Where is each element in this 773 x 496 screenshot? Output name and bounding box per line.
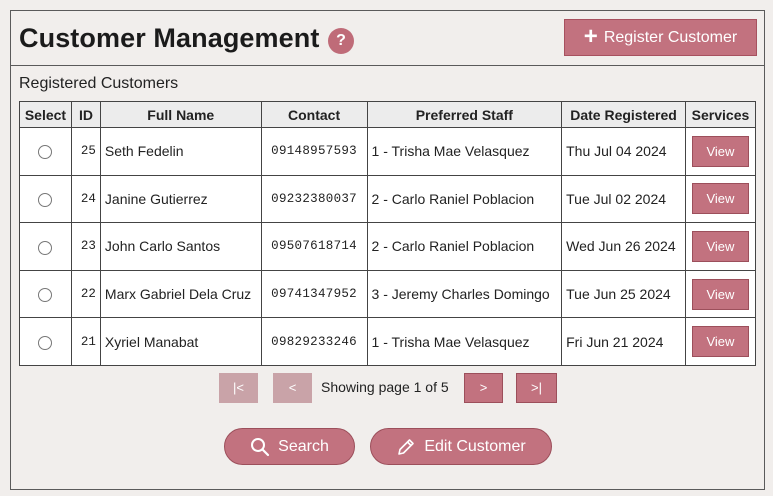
previous-page-button[interactable]: < (273, 373, 312, 403)
column-header-contact: Contact (260, 101, 368, 128)
id-cell: 24 (70, 174, 101, 224)
services-cell: View (684, 127, 757, 176)
column-header-select: Select (19, 101, 72, 128)
contact-cell: 09507618714 (260, 222, 368, 271)
select-radio[interactable] (38, 335, 53, 350)
pencil-icon (396, 437, 416, 457)
date-registered-cell: Tue Jun 25 2024 (561, 269, 686, 319)
select-cell (19, 127, 72, 176)
register-customer-label: Register Customer (603, 28, 738, 46)
first-page-button[interactable]: |< (219, 373, 258, 403)
customer-management-panel: Customer Management ? + Register Custome… (10, 10, 765, 490)
section-label: Registered Customers (19, 75, 179, 92)
select-cell (19, 269, 72, 319)
view-services-button[interactable]: View (691, 230, 749, 262)
search-button[interactable]: Search (224, 428, 355, 465)
date-registered-cell: Fri Jun 21 2024 (561, 317, 686, 366)
id-cell: 23 (70, 222, 101, 271)
view-services-button[interactable]: View (691, 326, 749, 358)
preferred-staff-cell: 3 - Jeremy Charles Domingo (366, 269, 563, 319)
view-services-button[interactable]: View (691, 278, 749, 310)
select-radio[interactable] (38, 193, 53, 208)
column-header-date-registered: Date Registered (561, 101, 686, 128)
preferred-staff-cell: 1 - Trisha Mae Velasquez (366, 127, 563, 176)
contact-cell: 09148957593 (260, 127, 368, 176)
page-indicator: Showing page 1 of 5 (321, 379, 449, 395)
services-cell: View (684, 174, 757, 224)
column-header-full-name: Full Name (99, 101, 262, 128)
id-cell: 25 (70, 127, 101, 176)
preferred-staff-cell: 1 - Trisha Mae Velasquez (366, 317, 563, 366)
panel-header: Customer Management ? + Register Custome… (11, 11, 764, 66)
help-icon[interactable]: ? (328, 28, 354, 54)
select-cell (19, 222, 72, 271)
contact-cell: 09741347952 (260, 269, 368, 319)
last-page-button[interactable]: >| (516, 373, 557, 403)
column-header-preferred-staff: Preferred Staff (366, 101, 563, 128)
date-registered-cell: Tue Jul 02 2024 (561, 174, 686, 224)
services-cell: View (684, 317, 757, 366)
edit-customer-label: Edit Customer (424, 437, 526, 455)
customers-table: Select ID Full Name Contact Preferred St… (19, 101, 757, 366)
services-cell: View (684, 269, 757, 319)
contact-cell: 09232380037 (260, 174, 368, 224)
full-name-cell: Seth Fedelin (99, 127, 262, 176)
search-button-label: Search (278, 437, 329, 455)
id-cell: 22 (70, 269, 101, 319)
full-name-cell: John Carlo Santos (99, 222, 262, 271)
id-cell: 21 (70, 317, 101, 366)
table-row: 23 John Carlo Santos 09507618714 2 - Car… (19, 222, 757, 271)
services-cell: View (684, 222, 757, 271)
table-row: 25 Seth Fedelin 09148957593 1 - Trisha M… (19, 127, 757, 176)
plus-icon: + (583, 22, 598, 50)
date-registered-cell: Thu Jul 04 2024 (561, 127, 686, 176)
table-row: 21 Xyriel Manabat 09829233246 1 - Trisha… (19, 317, 757, 366)
search-icon (250, 437, 270, 457)
full-name-cell: Janine Gutierrez (99, 174, 262, 224)
edit-customer-button[interactable]: Edit Customer (370, 428, 552, 465)
select-radio[interactable] (38, 288, 53, 303)
view-services-button[interactable]: View (691, 183, 749, 215)
table-header-row: Select ID Full Name Contact Preferred St… (19, 101, 757, 128)
view-services-button[interactable]: View (691, 135, 749, 167)
page-title: Customer Management (19, 23, 320, 53)
preferred-staff-cell: 2 - Carlo Raniel Poblacion (366, 222, 563, 271)
date-registered-cell: Wed Jun 26 2024 (561, 222, 686, 271)
select-radio[interactable] (38, 240, 53, 255)
register-customer-button[interactable]: + Register Customer (564, 19, 757, 56)
select-cell (19, 174, 72, 224)
table-row: 22 Marx Gabriel Dela Cruz 09741347952 3 … (19, 269, 757, 319)
table-row: 24 Janine Gutierrez 09232380037 2 - Carl… (19, 174, 757, 224)
column-header-id: ID (70, 101, 101, 128)
select-radio[interactable] (38, 145, 53, 160)
select-cell (19, 317, 72, 366)
preferred-staff-cell: 2 - Carlo Raniel Poblacion (366, 174, 563, 224)
full-name-cell: Xyriel Manabat (99, 317, 262, 366)
contact-cell: 09829233246 (260, 317, 368, 366)
full-name-cell: Marx Gabriel Dela Cruz (99, 269, 262, 319)
next-page-button[interactable]: > (464, 373, 503, 403)
column-header-services: Services (684, 101, 757, 128)
